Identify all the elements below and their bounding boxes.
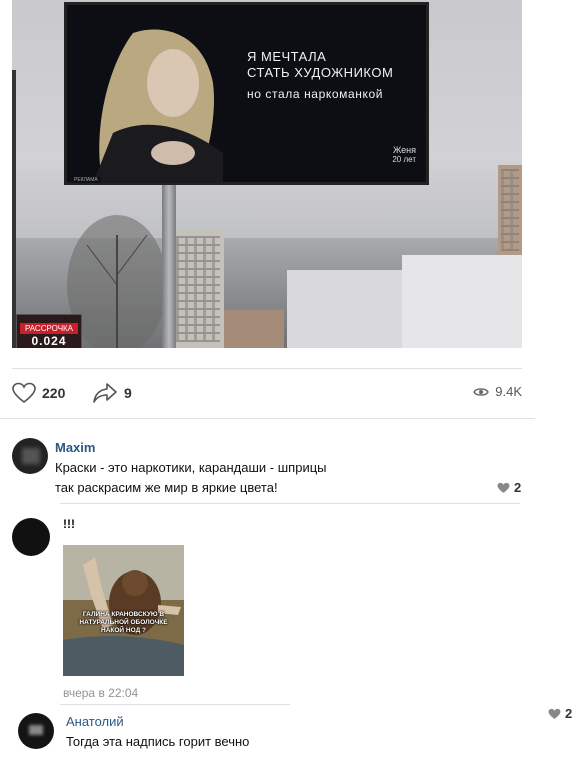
comment-text-line2: так раскрасим же мир в яркие цвета! [55, 480, 278, 495]
meme-caption: ГАЛИНА КРАНОВСКУЮ В НАТУРАЛЬНОЙ ОБОЛОЧКЕ… [79, 611, 168, 634]
comment-text-line1: Краски - это наркотики, карандаши - шпри… [55, 460, 327, 475]
billboard-line2: СТАТЬ ХУДОЖНИКОМ [247, 65, 394, 80]
comment-text: Краски - это наркотики, карандаши - шпри… [55, 458, 327, 498]
ad-sign-label: РАССРОЧКА [20, 323, 78, 334]
heart-icon [12, 382, 36, 404]
eye-icon [473, 387, 490, 396]
views-counter: 9.4K [473, 384, 522, 399]
building-left [172, 230, 224, 348]
girl-portrait [93, 29, 223, 183]
building-right [402, 255, 522, 348]
ad-sign: РАССРОЧКА 0.024 [16, 314, 82, 348]
comment-like-button[interactable]: 2 [497, 480, 521, 495]
building-tower [498, 165, 522, 255]
street-lamp [12, 70, 16, 348]
billboard-name: Женя [392, 145, 416, 155]
comment-like-button[interactable]: 2 [548, 706, 572, 721]
share-button[interactable]: 9 [92, 382, 132, 404]
comment-text: Тогда эта надпись горит вечно [66, 734, 250, 749]
divider-comment1 [60, 503, 520, 504]
ad-sign-value: 0.024 [31, 334, 67, 348]
share-arrow-icon [93, 383, 117, 403]
comment-like-count: 2 [565, 706, 573, 721]
avatar[interactable] [12, 518, 50, 556]
divider-actions [0, 418, 535, 419]
avatar[interactable] [18, 713, 54, 749]
heart-icon [548, 708, 561, 719]
divider-top [12, 368, 522, 369]
comment-like-count: 2 [514, 480, 522, 495]
billboard-line3: но стала наркоманкой [247, 87, 384, 101]
billboard-small-label: РЕКЛАМА [71, 177, 101, 183]
billboard-pole [162, 185, 176, 348]
post-photo[interactable]: Я МЕЧТАЛА СТАТЬ ХУДОЖНИКОМ но стала нарк… [12, 0, 522, 348]
share-count: 9 [124, 385, 132, 401]
comment-author[interactable]: Maxim [55, 440, 95, 455]
divider-comment2 [60, 704, 290, 705]
views-count: 9.4K [495, 384, 522, 399]
like-button[interactable]: 220 [12, 382, 65, 404]
avatar[interactable] [12, 438, 48, 474]
billboard: Я МЕЧТАЛА СТАТЬ ХУДОЖНИКОМ но стала нарк… [64, 2, 429, 185]
post-actions: 220 9 9.4K [12, 380, 522, 408]
building-center [224, 310, 284, 348]
like-count: 220 [42, 385, 66, 401]
billboard-signature: Женя 20 лет [392, 145, 416, 165]
comment-text: !!! [63, 517, 75, 531]
comment-image[interactable]: ГАЛИНА КРАНОВСКУЮ В НАТУРАЛЬНОЙ ОБОЛОЧКЕ… [63, 545, 184, 676]
comment-author[interactable]: Анатолий [66, 714, 124, 729]
comment-timestamp[interactable]: вчера в 22:04 [63, 686, 138, 700]
billboard-line1: Я МЕЧТАЛА [247, 49, 327, 64]
heart-icon [497, 482, 510, 493]
building-mall [287, 270, 407, 348]
billboard-text: Я МЕЧТАЛА СТАТЬ ХУДОЖНИКОМ но стала нарк… [247, 49, 417, 101]
billboard-age: 20 лет [392, 155, 416, 164]
